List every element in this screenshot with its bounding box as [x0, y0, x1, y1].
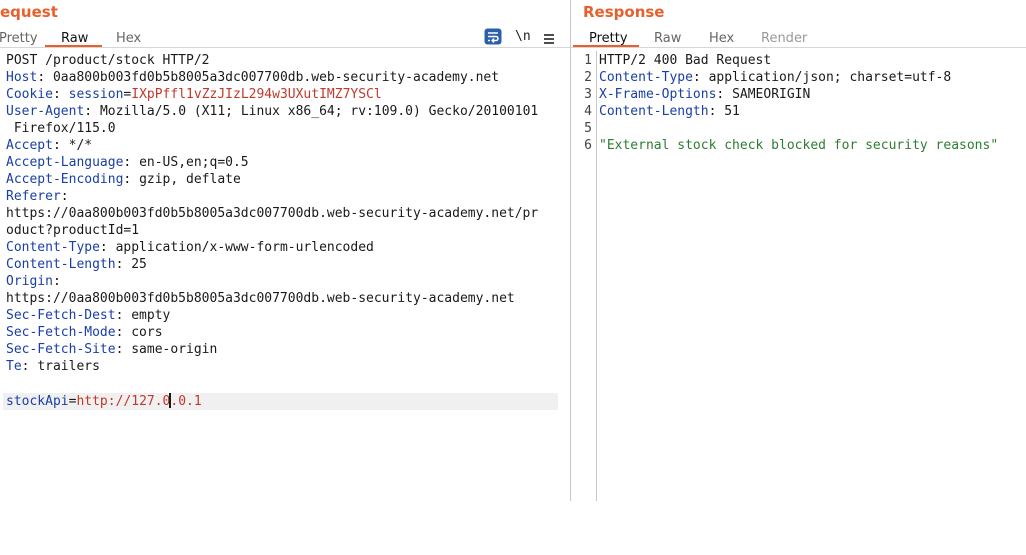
header-host: Host: 0aa800b003fd0b5b8005a3dc007700db.w…: [6, 70, 500, 85]
menu-icon[interactable]: [543, 30, 555, 49]
header-name: Sec-Fetch-Mode: [6, 325, 116, 340]
request-tab-raw[interactable]: Raw: [61, 31, 88, 46]
header-name: Origin: [6, 274, 53, 289]
line-number: 6: [584, 138, 592, 153]
request-tab-hex[interactable]: Hex: [116, 31, 141, 46]
header-value: empty: [131, 308, 171, 323]
header-sec-fetch-dest: Sec-Fetch-Dest: empty: [6, 308, 171, 323]
header-content-type: Content-Type: application/x-www-form-url…: [6, 240, 374, 255]
header-value: application/json; charset=utf-8: [708, 70, 952, 85]
header-value: same-origin: [131, 342, 218, 357]
header-value: 0aa800b003fd0b5b8005a3dc007700db.web-sec…: [52, 70, 500, 85]
newline-toggle-icon[interactable]: \n: [515, 29, 531, 44]
header-accept-language: Accept-Language: en-US,en;q=0.5: [6, 155, 249, 170]
param-value-rest: .0.1: [170, 394, 202, 409]
cookie-name: session: [68, 87, 124, 102]
response-header-x-frame-options: X-Frame-Options: SAMEORIGIN: [599, 87, 811, 102]
line-number: 1: [584, 53, 592, 68]
response-status-line: HTTP/2 400 Bad Request: [599, 53, 772, 68]
cookie-value: IXpPffl1vZzJIzL294w3UXutIMZ7YSCl: [131, 87, 382, 102]
request-body: stockApi=http://127.0.0.1: [6, 393, 202, 410]
header-value: SAMEORIGIN: [732, 87, 811, 102]
header-name: Te: [6, 359, 22, 374]
response-body: "External stock check blocked for securi…: [599, 138, 999, 153]
header-name: X-Frame-Options: [599, 87, 717, 102]
response-header-content-length: Content-Length: 51: [599, 104, 740, 119]
header-value: en-US,en;q=0.5: [139, 155, 249, 170]
line-number: 3: [584, 87, 592, 102]
header-value: Mozilla/5.0 (X11; Linux x86_64; rv:109.0…: [99, 104, 539, 119]
response-tab-divider: [571, 47, 1026, 48]
response-tab-render[interactable]: Render: [761, 31, 807, 46]
header-value: 51: [724, 104, 740, 119]
header-cookie: Cookie: session=IXpPffl1vZzJIzL294w3UXut…: [6, 87, 382, 102]
line-number: 2: [584, 70, 592, 85]
header-user-agent: User-Agent: Mozilla/5.0 (X11; Linux x86_…: [6, 104, 539, 119]
header-value: cors: [131, 325, 163, 340]
header-value: */*: [68, 138, 93, 153]
line-number: 5: [584, 121, 592, 136]
header-value: 25: [131, 257, 147, 272]
header-name: Content-Type: [6, 240, 100, 255]
header-value: trailers: [37, 359, 100, 374]
param-value: http://127.0: [76, 394, 171, 409]
line-number-gutter-divider: [596, 51, 597, 501]
line-number: 4: [584, 104, 592, 119]
header-value: application/x-www-form-urlencoded: [115, 240, 374, 255]
header-value: gzip, deflate: [139, 172, 241, 187]
header-origin: Origin:: [6, 274, 61, 289]
request-line: POST /product/stock HTTP/2: [6, 53, 210, 68]
response-header-content-type: Content-Type: application/json; charset=…: [599, 70, 952, 85]
response-editor[interactable]: 1 2 3 4 5 6 HTTP/2 400 Bad Request Conte…: [0, 0, 998, 210]
header-name: Sec-Fetch-Site: [6, 342, 116, 357]
header-name: Sec-Fetch-Dest: [6, 308, 116, 323]
response-tab-pretty[interactable]: Pretty: [589, 31, 628, 46]
header-name: Content-Length: [6, 257, 116, 272]
header-name: Content-Type: [599, 70, 693, 85]
header-te: Te: trailers: [6, 359, 100, 374]
header-origin-value: https://0aa800b003fd0b5b8005a3dc007700db…: [6, 291, 515, 306]
wrap-lines-icon[interactable]: [484, 28, 502, 49]
header-sec-fetch-mode: Sec-Fetch-Mode: cors: [6, 325, 163, 340]
param-name: stockApi: [6, 394, 69, 409]
response-tab-raw[interactable]: Raw: [654, 31, 681, 46]
panel-splitter[interactable]: [570, 0, 571, 501]
response-tab-hex[interactable]: Hex: [709, 31, 734, 46]
header-referer-value: https://0aa800b003fd0b5b8005a3dc007700db…: [6, 206, 539, 221]
header-referer-value-continued: oduct?productId=1: [6, 223, 140, 238]
response-title: Response: [583, 3, 665, 21]
header-content-length: Content-Length: 25: [6, 257, 147, 272]
header-name: Content-Length: [599, 104, 709, 119]
header-sec-fetch-site: Sec-Fetch-Site: same-origin: [6, 342, 218, 357]
header-accept-encoding: Accept-Encoding: gzip, deflate: [6, 172, 241, 187]
